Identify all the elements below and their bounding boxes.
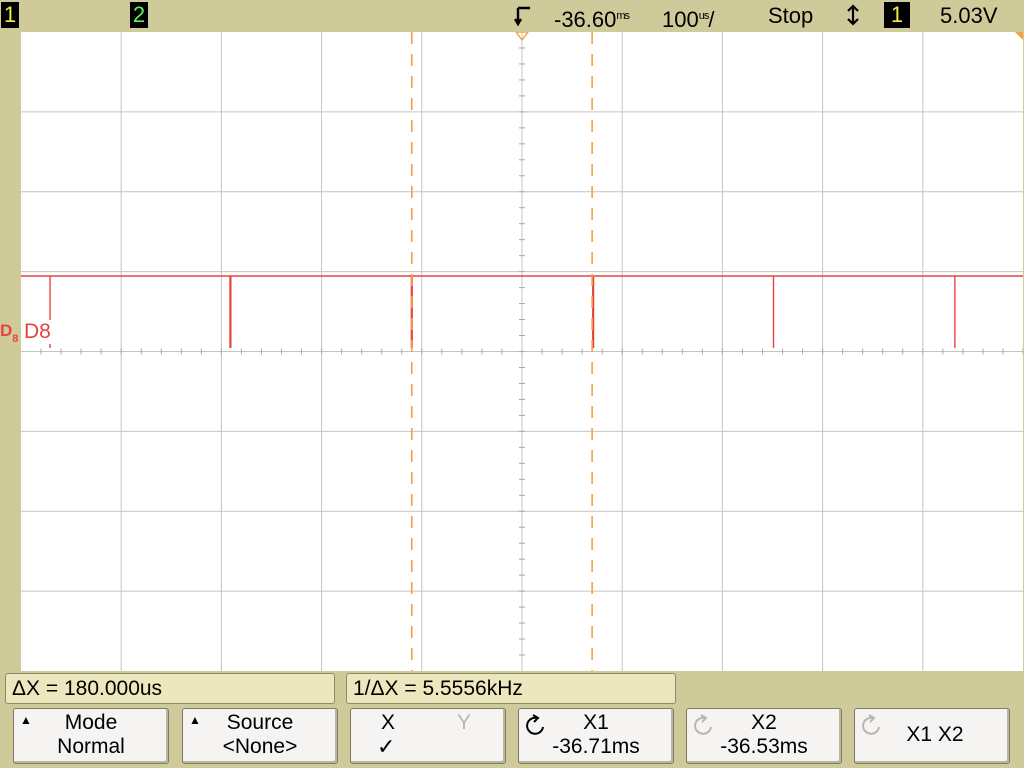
delta-x-readout: ΔX = 180.000us — [5, 673, 335, 704]
trigger-edge-icon — [845, 4, 861, 31]
x1-x2-softkey-title: X1 X2 — [906, 723, 964, 746]
delay-edge-marker — [1015, 32, 1023, 40]
checkmark-icon: ✓ — [377, 734, 396, 759]
inverse-delta-x-readout: 1/ΔX = 5.5556kHz — [346, 673, 676, 704]
delay-readout: -36.60ms — [554, 2, 630, 32]
x1-softkey-title: X1 — [583, 711, 609, 734]
x1-softkey-value: -36.71ms — [552, 735, 640, 758]
x2-softkey-title: X2 — [751, 711, 777, 734]
x1-x2-softkey[interactable]: X1 X2 — [854, 708, 1010, 764]
channel-2-indicator[interactable]: 2 — [130, 2, 148, 28]
d8-marker-letter: D — [0, 321, 13, 340]
mode-softkey-title: Mode — [64, 711, 118, 734]
delay-unit: ms — [616, 10, 630, 22]
source-softkey-value: <None> — [222, 735, 298, 758]
timebase-suffix: / — [708, 7, 715, 32]
mode-softkey[interactable]: ▲ Mode Normal — [13, 708, 169, 764]
status-bar: 1 2 -36.60ms 100us/ Stop 1 5.03V — [0, 0, 1024, 32]
trigger-delay-icon — [513, 2, 534, 33]
timebase-unit: us — [698, 10, 710, 22]
xy-softkey[interactable]: X Y ✓ — [350, 708, 506, 764]
xy-softkey-x-label: X — [381, 711, 396, 734]
trigger-source-indicator: 1 — [884, 2, 910, 28]
d8-channel-marker: D8 — [0, 322, 18, 348]
trigger-level-readout: 5.03V — [940, 3, 998, 28]
d8-trace-label: D8 — [24, 320, 51, 344]
graticule-grid — [21, 32, 1023, 671]
source-softkey-title: Source — [226, 711, 294, 734]
timebase-readout: 100us/ — [662, 2, 715, 32]
x1-cursor-softkey[interactable]: X1 -36.71ms — [518, 708, 674, 764]
x2-cursor-softkey[interactable]: X2 -36.53ms — [686, 708, 842, 764]
channel-1-indicator[interactable]: 1 — [1, 2, 19, 28]
run-state-label: Stop — [768, 3, 814, 28]
delay-value: -36.60 — [554, 7, 617, 32]
d8-marker-sub: 8 — [12, 333, 19, 345]
source-softkey[interactable]: ▲ Source <None> — [182, 708, 338, 764]
mode-softkey-value: Normal — [57, 735, 125, 758]
waveform-graticule — [21, 32, 1023, 671]
waveform-display[interactable] — [21, 32, 1023, 671]
x2-softkey-value: -36.53ms — [720, 735, 808, 758]
timebase-value: 100 — [662, 7, 699, 32]
xy-softkey-y-label: Y — [457, 711, 472, 734]
